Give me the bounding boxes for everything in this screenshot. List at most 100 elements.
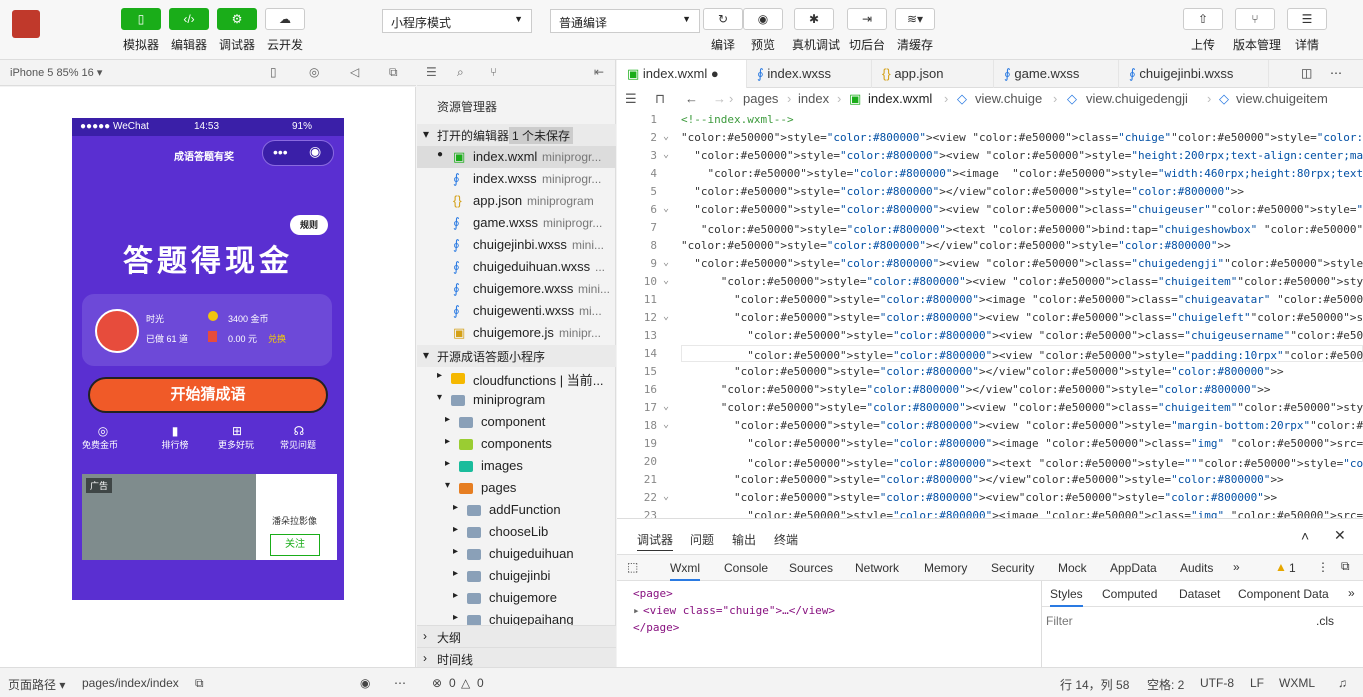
faq-item[interactable]: ☊ 常见问题 xyxy=(280,424,316,451)
free-coins-item[interactable]: ◎ 免费金币 xyxy=(82,424,118,451)
code-line[interactable]: "color:#e50000">style="color:#800000"><i… xyxy=(681,437,1363,450)
outline-section[interactable]: › 大纲 xyxy=(417,625,616,647)
tab-styles[interactable]: Styles xyxy=(1050,587,1083,607)
code-line[interactable]: "color:#e50000">style="color:#800000"><v… xyxy=(681,419,1363,432)
dock-icon[interactable]: ⧉ xyxy=(1341,559,1350,574)
code-line[interactable]: <!--index.wxml--> xyxy=(681,113,794,126)
search-icon[interactable]: ⌕ xyxy=(457,65,464,80)
code-line[interactable]: "color:#e50000">style="color:#800000"></… xyxy=(681,185,1244,198)
redeem-link[interactable]: 兑换 xyxy=(268,332,286,345)
tab-component-data[interactable]: Component Data xyxy=(1238,587,1329,601)
chevron-up-icon[interactable]: ˄ xyxy=(1301,528,1309,544)
fold-chevron-icon[interactable]: ⌄ xyxy=(663,149,669,160)
code-editor[interactable]: 1 <!--index.wxml--> 2 ⌄ "color:#e50000">styl… xyxy=(617,110,1363,518)
open-file-item[interactable]: ∮ chuigemore.wxss mini... xyxy=(417,278,616,300)
tab-mock[interactable]: Mock xyxy=(1058,561,1087,575)
fold-chevron-icon[interactable]: ⌄ xyxy=(663,275,669,286)
tab-network[interactable]: Network xyxy=(855,561,899,575)
close-target-icon[interactable]: ◉ xyxy=(309,143,321,160)
open-file-item[interactable]: ▣ chuigemore.js minipr... xyxy=(417,322,616,344)
tree-item[interactable]: ▸ component xyxy=(417,411,616,433)
fold-chevron-icon[interactable]: ⌄ xyxy=(663,257,669,268)
page-path-label[interactable]: 页面路径 ▾ xyxy=(8,676,65,693)
phone-icon[interactable]: ▯ xyxy=(270,65,277,79)
code-line[interactable]: "color:#e50000">style="color:#800000"></… xyxy=(681,239,1231,252)
device-select[interactable]: iPhone 5 85% 16 ▾ xyxy=(10,66,102,79)
tab-terminal[interactable]: 终端 xyxy=(774,531,798,548)
record-icon[interactable]: ◎ xyxy=(309,65,319,79)
code-line[interactable]: "color:#e50000">style="color:#800000"><i… xyxy=(681,167,1363,180)
warning-icon[interactable]: △ xyxy=(461,676,470,690)
tab-wxml[interactable]: Wxml xyxy=(670,561,700,581)
code-line[interactable]: "color:#e50000">style="color:#800000"><t… xyxy=(681,221,1363,237)
tab-output[interactable]: 输出 xyxy=(732,531,756,548)
open-file-item[interactable]: ∮ chuigeduihuan.wxss... xyxy=(417,256,616,278)
crumb-file[interactable]: index.wxml xyxy=(868,91,932,106)
forward-icon[interactable]: → xyxy=(713,91,726,106)
version-button[interactable]: ⑂ 版本管理 xyxy=(1233,8,1281,53)
remote-debug-button[interactable]: ✱ 真机调试 xyxy=(792,8,840,53)
code-line[interactable]: "color:#e50000">style="color:#800000"><i… xyxy=(681,293,1363,306)
tab-app-json[interactable]: {} app.json xyxy=(872,60,994,88)
fold-chevron-icon[interactable]: ⌄ xyxy=(663,491,669,502)
more-games-item[interactable]: ⊞ 更多好玩 xyxy=(218,424,254,451)
code-line[interactable]: "color:#e50000">style="color:#800000"><v… xyxy=(681,401,1363,414)
tab-dataset[interactable]: Dataset xyxy=(1179,587,1220,601)
code-line[interactable]: "color:#e50000">style="color:#800000"><i… xyxy=(681,509,1363,518)
code-line[interactable]: "color:#e50000">style="color:#800000"><v… xyxy=(681,275,1363,288)
inspect-icon[interactable]: ⬚ xyxy=(627,560,638,574)
fold-chevron-icon[interactable]: ⌄ xyxy=(663,203,669,214)
clear-cache-button[interactable]: ≋▾ 清缓存 xyxy=(893,8,937,53)
tree-page-open[interactable]: <page> xyxy=(633,587,673,600)
styles-filter-input[interactable] xyxy=(1046,611,1306,631)
open-file-item[interactable]: {} app.json miniprogram xyxy=(417,190,616,212)
tab-game-wxss[interactable]: ∮ game.wxss xyxy=(994,60,1119,88)
more-icon[interactable]: ••• xyxy=(273,144,288,160)
cloud-dev-button[interactable]: ☁ 云开发 xyxy=(263,8,307,53)
details-button[interactable]: ☰ 详情 xyxy=(1285,8,1329,53)
bookmark-icon[interactable]: ⊓ xyxy=(655,91,665,107)
debugger-toggle-button[interactable]: ⚙ 调试器 xyxy=(215,8,259,53)
code-line[interactable]: "color:#e50000">style="color:#800000"></… xyxy=(681,473,1284,486)
volume-icon[interactable]: ◁ xyxy=(350,65,359,79)
capsule-menu[interactable]: ••• ◉ xyxy=(262,140,334,166)
expand-triangle-icon[interactable]: ▸ xyxy=(633,604,640,617)
line-ending[interactable]: LF xyxy=(1250,676,1264,690)
crumb-chuige[interactable]: view.chuige xyxy=(975,91,1042,106)
tree-view-chuige[interactable]: <view class="chuige">…</view> xyxy=(643,604,835,617)
tab-console[interactable]: Console xyxy=(724,561,768,575)
list-icon[interactable]: ☰ xyxy=(625,91,637,107)
code-line[interactable]: "color:#e50000">style="color:#800000"><t… xyxy=(681,455,1363,471)
tree-item[interactable]: ▸ addFunction xyxy=(417,499,616,521)
tab-sources[interactable]: Sources xyxy=(789,561,833,575)
eye-icon[interactable]: ◉ xyxy=(360,676,370,690)
tab-audits[interactable]: Audits xyxy=(1180,561,1213,575)
tab-appdata[interactable]: AppData xyxy=(1110,561,1157,575)
close-icon[interactable]: ✕ xyxy=(1334,527,1346,544)
code-line[interactable]: "color:#e50000">style="color:#800000"><v… xyxy=(681,131,1363,144)
open-file-item[interactable]: ∮ chuigewenti.wxss mi... xyxy=(417,300,616,322)
open-file-item[interactable]: ∮ chuigejinbi.wxss mini... xyxy=(417,234,616,256)
ad-follow-button[interactable]: 关注 xyxy=(270,534,320,556)
warning-icon[interactable]: ▲ xyxy=(1275,560,1287,574)
start-button[interactable]: 开始猜成语 xyxy=(88,377,328,413)
more-tabs-icon[interactable]: » xyxy=(1233,560,1240,574)
fold-chevron-icon[interactable]: ⌄ xyxy=(663,401,669,412)
project-section[interactable]: ▾ 开源成语答题小程序 xyxy=(417,345,616,367)
code-line[interactable]: "color:#e50000">style="color:#800000"><v… xyxy=(681,491,1277,504)
tree-item[interactable]: ▸ chooseLib xyxy=(417,521,616,543)
fold-chevron-icon[interactable]: ⌄ xyxy=(663,311,669,322)
upload-button[interactable]: ⇧ 上传 xyxy=(1181,8,1225,53)
crumb-chuigeitem[interactable]: view.chuigeitem xyxy=(1236,91,1328,106)
tree-item[interactable]: ▸ chuigemore xyxy=(417,587,616,609)
tab-chuigejinbi-wxss[interactable]: ∮ chuigejinbi.wxss xyxy=(1119,60,1269,88)
cursor-position[interactable]: 行 14，列 58 xyxy=(1060,676,1129,693)
tab-problems[interactable]: 问题 xyxy=(690,531,714,548)
editor-toggle-button[interactable]: ‹/› 编辑器 xyxy=(167,8,211,53)
encoding[interactable]: UTF-8 xyxy=(1200,676,1234,690)
more-icon[interactable]: ⋯ xyxy=(394,676,406,690)
fold-chevron-icon[interactable]: ⌄ xyxy=(663,131,669,142)
crumb-index[interactable]: index xyxy=(798,91,829,106)
tree-item[interactable]: ▸ chuigeduihuan xyxy=(417,543,616,565)
ad-banner[interactable]: 广告 潘朵拉影像 关注 xyxy=(82,474,337,560)
